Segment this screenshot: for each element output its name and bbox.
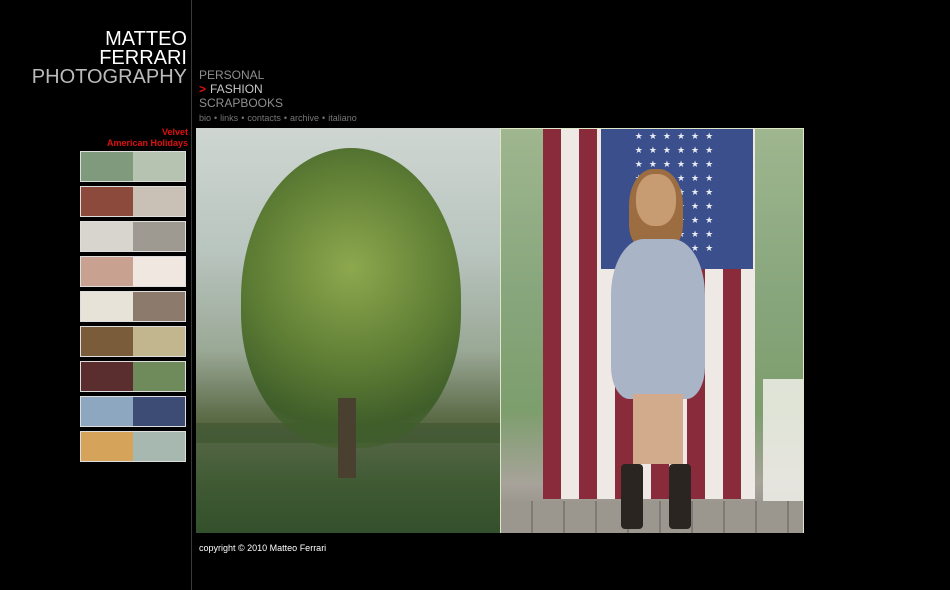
thumbnail-list: [80, 151, 186, 466]
separator: •: [241, 113, 245, 123]
model-face: [636, 174, 676, 226]
thumbnail-8[interactable]: [80, 396, 186, 427]
tree-trunk: [338, 398, 356, 478]
thumbnail-image-left: [81, 327, 133, 356]
copyright-text: copyright © 2010 Matteo Ferrari: [199, 543, 327, 553]
link-archive[interactable]: archive: [290, 113, 319, 123]
thumbnail-image-left: [81, 222, 133, 251]
thumbnail-image-right: [133, 292, 185, 321]
site-logo[interactable]: MATTEO FERRARI PHOTOGRAPHY: [31, 29, 187, 88]
active-marker-icon: >: [199, 82, 207, 96]
main-nav: PERSONAL > FASHION SCRAPBOOKS: [199, 68, 283, 110]
separator: •: [283, 113, 288, 123]
sidebar-divider: [191, 0, 192, 590]
model-legs: [633, 394, 683, 464]
nav-item-fashion-label: FASHION: [210, 82, 263, 96]
thumbnail-3[interactable]: [80, 221, 186, 252]
thumbnail-image-right: [133, 362, 185, 391]
photo-model-flag[interactable]: ★★★★★★ ★★★★★★ ★★★★★★ ★★★★★★ ★★★★★★ ★★★★★…: [500, 128, 804, 533]
porch-railing: [763, 379, 803, 504]
thumbnail-image-right: [133, 152, 185, 181]
separator: •: [214, 113, 218, 123]
thumbnail-image-right: [133, 222, 185, 251]
link-bio[interactable]: bio: [199, 113, 211, 123]
thumbnail-image-right: [133, 397, 185, 426]
thumbnail-image-right: [133, 257, 185, 286]
thumbnail-image-left: [81, 152, 133, 181]
thumbnail-image-right: [133, 327, 185, 356]
thumbnail-2[interactable]: [80, 186, 186, 217]
thumbnail-5[interactable]: [80, 291, 186, 322]
nav-item-fashion[interactable]: > FASHION: [199, 82, 283, 96]
thumbnail-image-left: [81, 397, 133, 426]
thumbnail-4[interactable]: [80, 256, 186, 287]
porch-floor: [501, 501, 803, 533]
thumbnail-1[interactable]: [80, 151, 186, 182]
thumbnail-7[interactable]: [80, 361, 186, 392]
logo-line-photography: PHOTOGRAPHY: [31, 66, 187, 88]
sub-nav: bio • links • contacts • archive • italiano: [199, 113, 357, 123]
thumbnail-image-right: [133, 432, 185, 461]
thumbnail-image-left: [81, 187, 133, 216]
model-boot-left: [621, 464, 643, 529]
link-italiano[interactable]: italiano: [328, 113, 357, 123]
thumbnail-9[interactable]: [80, 431, 186, 462]
gallery-title: Velvet American Holidays: [107, 127, 188, 149]
photo-tree[interactable]: [196, 128, 500, 533]
nav-item-scrapbooks[interactable]: SCRAPBOOKS: [199, 96, 283, 110]
thumbnail-image-left: [81, 257, 133, 286]
gallery-title-line1: Velvet: [161, 127, 188, 137]
thumbnail-6[interactable]: [80, 326, 186, 357]
link-contacts[interactable]: contacts: [247, 113, 281, 123]
nav-item-personal[interactable]: PERSONAL: [199, 68, 283, 82]
link-links[interactable]: links: [220, 113, 238, 123]
separator: •: [322, 113, 326, 123]
gallery-title-line2: American Holidays: [106, 138, 188, 148]
thumbnail-image-left: [81, 362, 133, 391]
thumbnail-image-right: [133, 187, 185, 216]
thumbnail-image-left: [81, 432, 133, 461]
sidebar: MATTEO FERRARI PHOTOGRAPHY Velvet Americ…: [0, 0, 191, 590]
thumbnail-image-left: [81, 292, 133, 321]
model-dress: [611, 239, 705, 399]
model-boot-right: [669, 464, 691, 529]
